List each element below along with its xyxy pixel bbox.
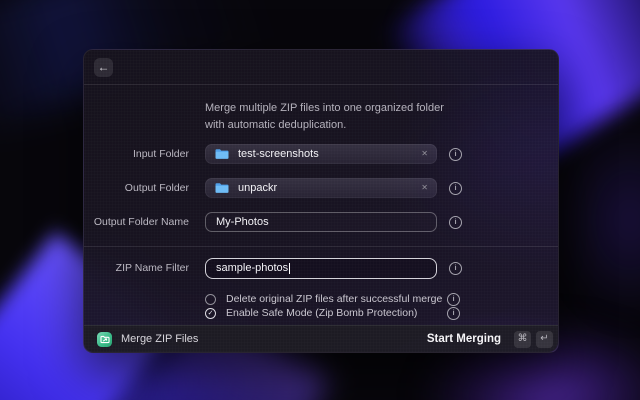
output-folder-name-input[interactable]: My-Photos — [205, 212, 437, 232]
output-folder-name-value: My-Photos — [216, 216, 269, 228]
output-folder-label: Output Folder — [84, 182, 189, 194]
start-merging-button[interactable]: Start Merging — [427, 333, 501, 345]
text-cursor — [289, 263, 290, 274]
form-body: Merge multiple ZIP files into one organi… — [84, 85, 558, 320]
zip-name-filter-value: sample-photos — [216, 262, 288, 274]
section-divider — [84, 246, 558, 247]
zip-name-filter-row: ZIP Name Filter sample-photos i — [84, 258, 558, 278]
input-folder-field[interactable]: test-screenshots ✕ — [205, 144, 437, 164]
merge-zip-app-icon — [97, 332, 112, 347]
info-icon[interactable]: i — [449, 262, 462, 275]
info-icon[interactable]: i — [449, 216, 462, 229]
delete-originals-row: Delete original ZIP files after successf… — [84, 292, 558, 306]
screen: ← Merge multiple ZIP files into one orga… — [0, 0, 640, 400]
safe-mode-checkbox[interactable]: ✓ — [205, 308, 216, 319]
input-folder-row: Input Folder test-screenshots ✕ i — [84, 144, 558, 164]
back-button[interactable]: ← — [94, 58, 113, 77]
merge-zip-window: ← Merge multiple ZIP files into one orga… — [83, 49, 559, 353]
output-folder-name-label: Output Folder Name — [84, 216, 189, 228]
input-folder-value: test-screenshots — [238, 148, 319, 160]
info-icon[interactable]: i — [447, 293, 460, 306]
zip-name-filter-input[interactable]: sample-photos — [205, 258, 437, 279]
folder-icon — [215, 148, 229, 160]
back-arrow-icon: ← — [98, 61, 110, 73]
info-icon[interactable]: i — [449, 182, 462, 195]
output-folder-row: Output Folder unpackr ✕ i — [84, 178, 558, 198]
clear-icon[interactable]: ✕ — [421, 184, 428, 192]
return-key-icon[interactable]: ↵ — [536, 331, 553, 348]
checkmark-icon: ✓ — [208, 310, 214, 317]
zip-name-filter-label: ZIP Name Filter — [84, 262, 189, 274]
clear-icon[interactable]: ✕ — [421, 150, 428, 158]
safe-mode-label: Enable Safe Mode (Zip Bomb Protection) — [226, 307, 447, 319]
output-folder-name-row: Output Folder Name My-Photos i — [84, 212, 558, 232]
window-header: ← — [84, 50, 558, 85]
output-folder-field[interactable]: unpackr ✕ — [205, 178, 437, 198]
info-icon[interactable]: i — [449, 148, 462, 161]
options: Delete original ZIP files after successf… — [84, 292, 558, 320]
footer-bar: Merge ZIP Files Start Merging ⌘ ↵ — [84, 325, 558, 352]
form-rows: Input Folder test-screenshots ✕ i Output… — [84, 144, 558, 320]
input-folder-label: Input Folder — [84, 148, 189, 160]
app-title: Merge ZIP Files — [121, 333, 198, 345]
info-icon[interactable]: i — [447, 307, 460, 320]
delete-originals-checkbox[interactable] — [205, 294, 216, 305]
folder-arrow-glyph — [100, 335, 110, 344]
safe-mode-row: ✓ Enable Safe Mode (Zip Bomb Protection)… — [84, 306, 558, 320]
command-key-icon[interactable]: ⌘ — [514, 331, 531, 348]
description-text: Merge multiple ZIP files into one organi… — [205, 100, 457, 134]
wallpaper-swirl — [560, 120, 640, 320]
folder-icon — [215, 182, 229, 194]
delete-originals-label: Delete original ZIP files after successf… — [226, 293, 447, 305]
output-folder-value: unpackr — [238, 182, 277, 194]
